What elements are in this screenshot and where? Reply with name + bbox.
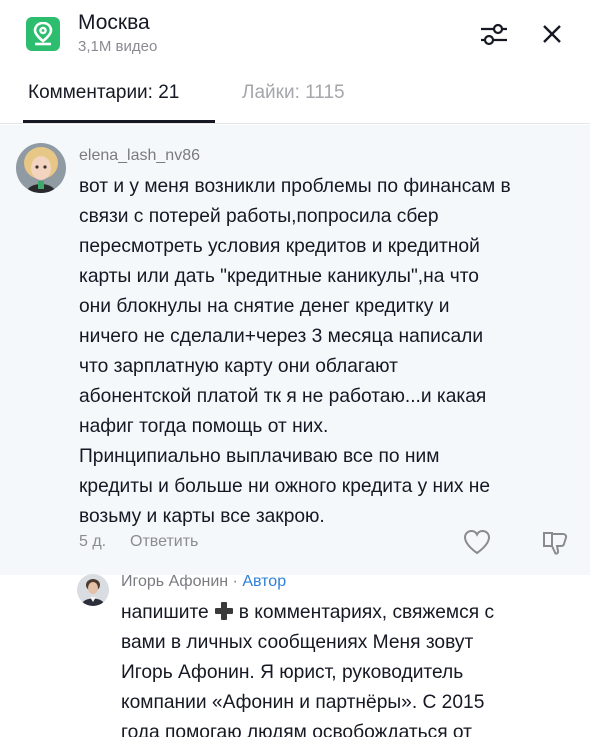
- reply-line-start: напишите: [121, 602, 209, 623]
- reply-line: года помогаю людям освобождаться от: [121, 722, 472, 737]
- reply-line-end: в комментариях, свяжемся с: [238, 602, 495, 623]
- reply-button[interactable]: Ответить: [130, 533, 198, 551]
- dislike-icon[interactable]: [540, 529, 570, 557]
- comment-line: ничего не сделали+через 3 месяца написал…: [79, 326, 484, 347]
- sliders-icon[interactable]: [478, 20, 510, 48]
- reply-line: Игорь Афонин. Я юрист, руководитель: [121, 662, 464, 683]
- close-icon[interactable]: [536, 18, 568, 50]
- reply-author-name[interactable]: Игорь Афонин: [121, 573, 228, 590]
- heart-icon[interactable]: [462, 528, 492, 556]
- comment-line: абонентской платой тк я не работаю...и к…: [79, 386, 487, 407]
- reply-text: напишите в комментариях, свяжемся с вами …: [121, 598, 581, 737]
- comment-line: Принципиально выплачиваю все по ним: [79, 446, 440, 467]
- page-title: Москва: [78, 11, 150, 34]
- username-separator: ·: [232, 573, 238, 590]
- comment-line: связи с потерей работы,попросила сбер: [79, 206, 439, 227]
- tab-bar: Комментарии: 21 Лайки: 1115: [0, 70, 590, 124]
- plus-icon: [213, 602, 235, 620]
- header: Москва 3,1М видео: [0, 0, 590, 70]
- comment-text: вот и у меня возникли проблемы по финанс…: [79, 172, 579, 532]
- comment-line: карты или дать "кредитные каникулы",на ч…: [79, 266, 479, 287]
- comment-line: нафиг тогда помощь от них.: [79, 416, 329, 437]
- reply-line: напишите в комментариях, свяжемся с: [121, 598, 581, 628]
- comment-line: возьму и карты все закрою.: [79, 506, 325, 527]
- comment-line: что зарплатную карту они облагают: [79, 356, 398, 377]
- comment-username[interactable]: elena_lash_nv86: [79, 147, 200, 165]
- map-pin-icon: [26, 17, 60, 51]
- reply-line: вами в личных сообщениях Меня зовут: [121, 632, 474, 653]
- comment-line: пересмотреть условия кредитов и кредитно…: [79, 236, 480, 257]
- comment-line: они блокнулы на снятие денег кредитку и: [79, 296, 450, 317]
- comment-line: вот и у меня возникли проблемы по финанс…: [79, 176, 511, 197]
- reply-username: Игорь Афонин · Автор: [121, 573, 286, 591]
- comment-time: 5 д.: [79, 533, 107, 550]
- tab-likes[interactable]: Лайки: 1115: [242, 82, 345, 104]
- video-count: 3,1М видео: [78, 38, 158, 55]
- author-avatar[interactable]: [77, 574, 109, 606]
- tab-comments[interactable]: Комментарии: 21: [28, 82, 179, 104]
- active-tab-indicator: [23, 120, 215, 123]
- reply-line: компании «Афонин и партнёры». С 2015: [121, 692, 485, 713]
- author-badge: Автор: [242, 573, 287, 590]
- avatar[interactable]: [16, 143, 66, 193]
- comment-line: кредиты и больше ни ожного кредита у них…: [79, 476, 491, 497]
